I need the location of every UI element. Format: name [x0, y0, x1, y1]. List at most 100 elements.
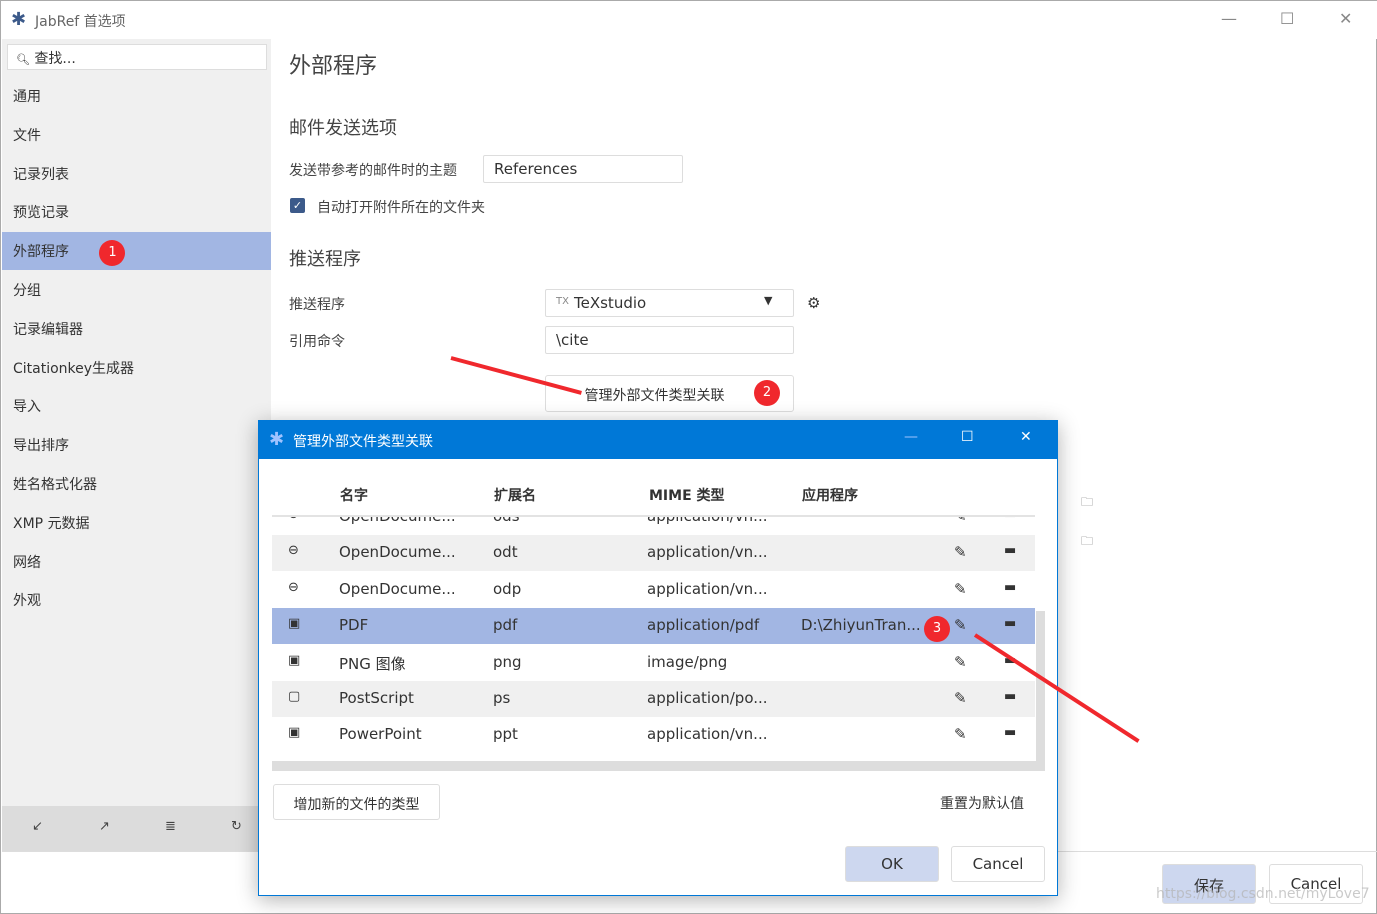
sidebar-item[interactable]: 通用	[2, 77, 271, 115]
sidebar-item[interactable]: 外观	[2, 581, 271, 619]
cell-extension: ps	[493, 689, 511, 707]
export-icon[interactable]: ↗	[99, 819, 110, 834]
email-subject-input[interactable]: References	[483, 155, 683, 183]
close-button[interactable]: ✕	[1339, 9, 1352, 28]
maximize-button[interactable]: ☐	[961, 429, 974, 445]
cell-mime: application/vn...	[647, 517, 767, 525]
close-button[interactable]: ✕	[1020, 429, 1032, 445]
edit-icon[interactable]: ✎	[954, 653, 967, 671]
title-bar: ✱ JabRef 首选项 — ☐ ✕	[1, 1, 1377, 39]
sidebar-item[interactable]: 文件	[2, 116, 271, 154]
sidebar-item[interactable]: 外部程序 1	[2, 232, 271, 271]
sidebar-item[interactable]: 导入	[2, 387, 271, 425]
remove-icon[interactable]: ▬	[1004, 616, 1016, 631]
remove-icon[interactable]: ▬	[1004, 580, 1016, 595]
sidebar-item[interactable]: 网络	[2, 543, 271, 581]
column-header-extension[interactable]: 扩展名	[494, 485, 536, 505]
table-row[interactable]: ⊖ OpenDocume... odp application/vn... ✎ …	[272, 572, 1035, 608]
push-section-title: 推送程序	[289, 249, 361, 270]
edit-icon[interactable]: ✎	[954, 725, 967, 743]
texstudio-icon: TX	[556, 296, 569, 307]
remove-icon[interactable]: ▬	[1004, 725, 1016, 740]
cell-name: PNG 图像	[339, 654, 406, 673]
watermark: https://blog.csdn.net/myLove7	[1156, 886, 1370, 902]
search-input[interactable]: 🔍︎ 查找...	[7, 44, 267, 70]
sidebar-item-label: 分组	[13, 283, 41, 299]
cell-mime: image/png	[647, 652, 728, 671]
edit-icon[interactable]: ✎	[954, 689, 967, 707]
file-type-icon: ▢	[288, 689, 301, 704]
sidebar-item[interactable]: 导出排序	[2, 426, 271, 464]
manage-button-label: 管理外部文件类型关联	[584, 388, 725, 404]
sidebar-toolbar: ↙ ↗ ≣ ↻	[2, 806, 271, 851]
cell-mime: application/vn...	[647, 725, 768, 744]
list-icon[interactable]: ≣	[165, 819, 176, 834]
annotation-badge-1: 1	[99, 240, 126, 267]
cell-name: PostScript	[339, 689, 414, 707]
table-row[interactable]: ⊖ OpenDocume... odt application/vn... ✎ …	[272, 535, 1035, 572]
sidebar-item-label: 导入	[13, 399, 41, 416]
table-row[interactable]: ⊖ OpenDocume... ods application/vn... ✎ …	[272, 517, 1035, 535]
sidebar-item[interactable]: 分组	[2, 271, 271, 309]
dialog-title: 管理外部文件类型关联	[293, 434, 433, 450]
column-header-mime[interactable]: MIME 类型	[649, 485, 725, 505]
push-app-label: 推送程序	[289, 297, 345, 313]
sidebar-item-label: 文件	[13, 127, 41, 144]
cite-command-input[interactable]: \cite	[545, 326, 794, 354]
sidebar-item[interactable]: 姓名格式化器	[2, 465, 271, 503]
horizontal-scrollbar[interactable]	[272, 761, 1045, 771]
cell-name: PDF	[339, 616, 369, 635]
cell-mime: application/po...	[647, 689, 768, 707]
minimize-button[interactable]: —	[904, 429, 918, 445]
remove-icon[interactable]: ▬	[1004, 517, 1016, 522]
page-title: 外部程序	[289, 54, 378, 79]
cell-mime: application/vn...	[647, 543, 768, 562]
table-row[interactable]: ▢ PostScript ps application/po... ✎ ▬	[272, 681, 1035, 717]
remove-icon[interactable]: ▬	[1004, 543, 1016, 558]
folder-icon[interactable]: 🗀	[1081, 532, 1093, 553]
reset-default-link[interactable]: 重置为默认值	[940, 793, 1024, 813]
edit-icon[interactable]: ✎	[954, 543, 967, 561]
file-types-table: ⊖ OpenDocume... ods application/vn... ✎ …	[272, 517, 1045, 771]
gear-icon[interactable]: ⚙	[807, 294, 820, 312]
table-row[interactable]: ▣ PDF pdf application/pdf D:\ZhiyunTran.…	[272, 608, 1035, 645]
edit-icon[interactable]: ✎	[954, 580, 967, 598]
remove-icon[interactable]: ▬	[1004, 689, 1016, 704]
cancel-button[interactable]: Cancel	[951, 846, 1045, 882]
cell-extension: pdf	[493, 616, 518, 635]
file-type-icon: ⊖	[288, 543, 299, 559]
jabref-logo-icon: ✱	[269, 429, 285, 450]
file-types-dialog: ✱ 管理外部文件类型关联 — ☐ ✕ 名字 扩展名 MIME 类型 应用程序 ⊖…	[258, 420, 1058, 896]
sidebar-item[interactable]: Citationkey生成器	[2, 349, 271, 387]
sidebar-item[interactable]: XMP 元数据	[2, 504, 271, 542]
ok-button[interactable]: OK	[845, 846, 939, 882]
table-row[interactable]: ▣ PowerPoint ppt application/vn... ✎ ▬	[272, 717, 1035, 753]
sidebar-item[interactable]: 记录编辑器	[2, 310, 271, 348]
auto-open-checkbox[interactable]: ✓	[290, 198, 305, 213]
column-header-application[interactable]: 应用程序	[802, 485, 858, 505]
edit-icon[interactable]: ✎	[954, 616, 967, 634]
reset-icon[interactable]: ↻	[231, 819, 242, 834]
file-type-icon: ▣	[288, 725, 301, 741]
column-header-name[interactable]: 名字	[340, 485, 368, 505]
table-row[interactable]: ▣ PNG 图像 png image/png ✎ ▬	[272, 645, 1035, 681]
add-file-type-button[interactable]: 增加新的文件的类型	[273, 784, 440, 820]
dialog-title-bar: ✱ 管理外部文件类型关联 — ☐ ✕	[259, 421, 1057, 459]
auto-open-label: 自动打开附件所在的文件夹	[317, 200, 485, 216]
window-title: JabRef 首选项	[35, 14, 126, 30]
import-icon[interactable]: ↙	[32, 819, 43, 834]
sidebar-item[interactable]: 记录列表	[2, 155, 271, 193]
sidebar-item-label: 记录编辑器	[13, 321, 83, 338]
folder-icon[interactable]: 🗀	[1081, 493, 1093, 514]
push-app-select[interactable]: TX TeXstudio ▼	[545, 289, 794, 317]
sidebar-item-label: 预览记录	[13, 205, 69, 222]
sidebar-item[interactable]: 预览记录	[2, 193, 271, 231]
push-app-value: TeXstudio	[574, 294, 647, 312]
edit-icon[interactable]: ✎	[954, 517, 967, 525]
vertical-scrollbar[interactable]	[1036, 611, 1045, 761]
cell-extension: png	[493, 652, 522, 671]
maximize-button[interactable]: ☐	[1280, 9, 1294, 28]
annotation-badge-3: 3	[924, 616, 950, 642]
minimize-button[interactable]: —	[1221, 9, 1237, 28]
sidebar-item-label: 外部程序	[13, 244, 69, 261]
